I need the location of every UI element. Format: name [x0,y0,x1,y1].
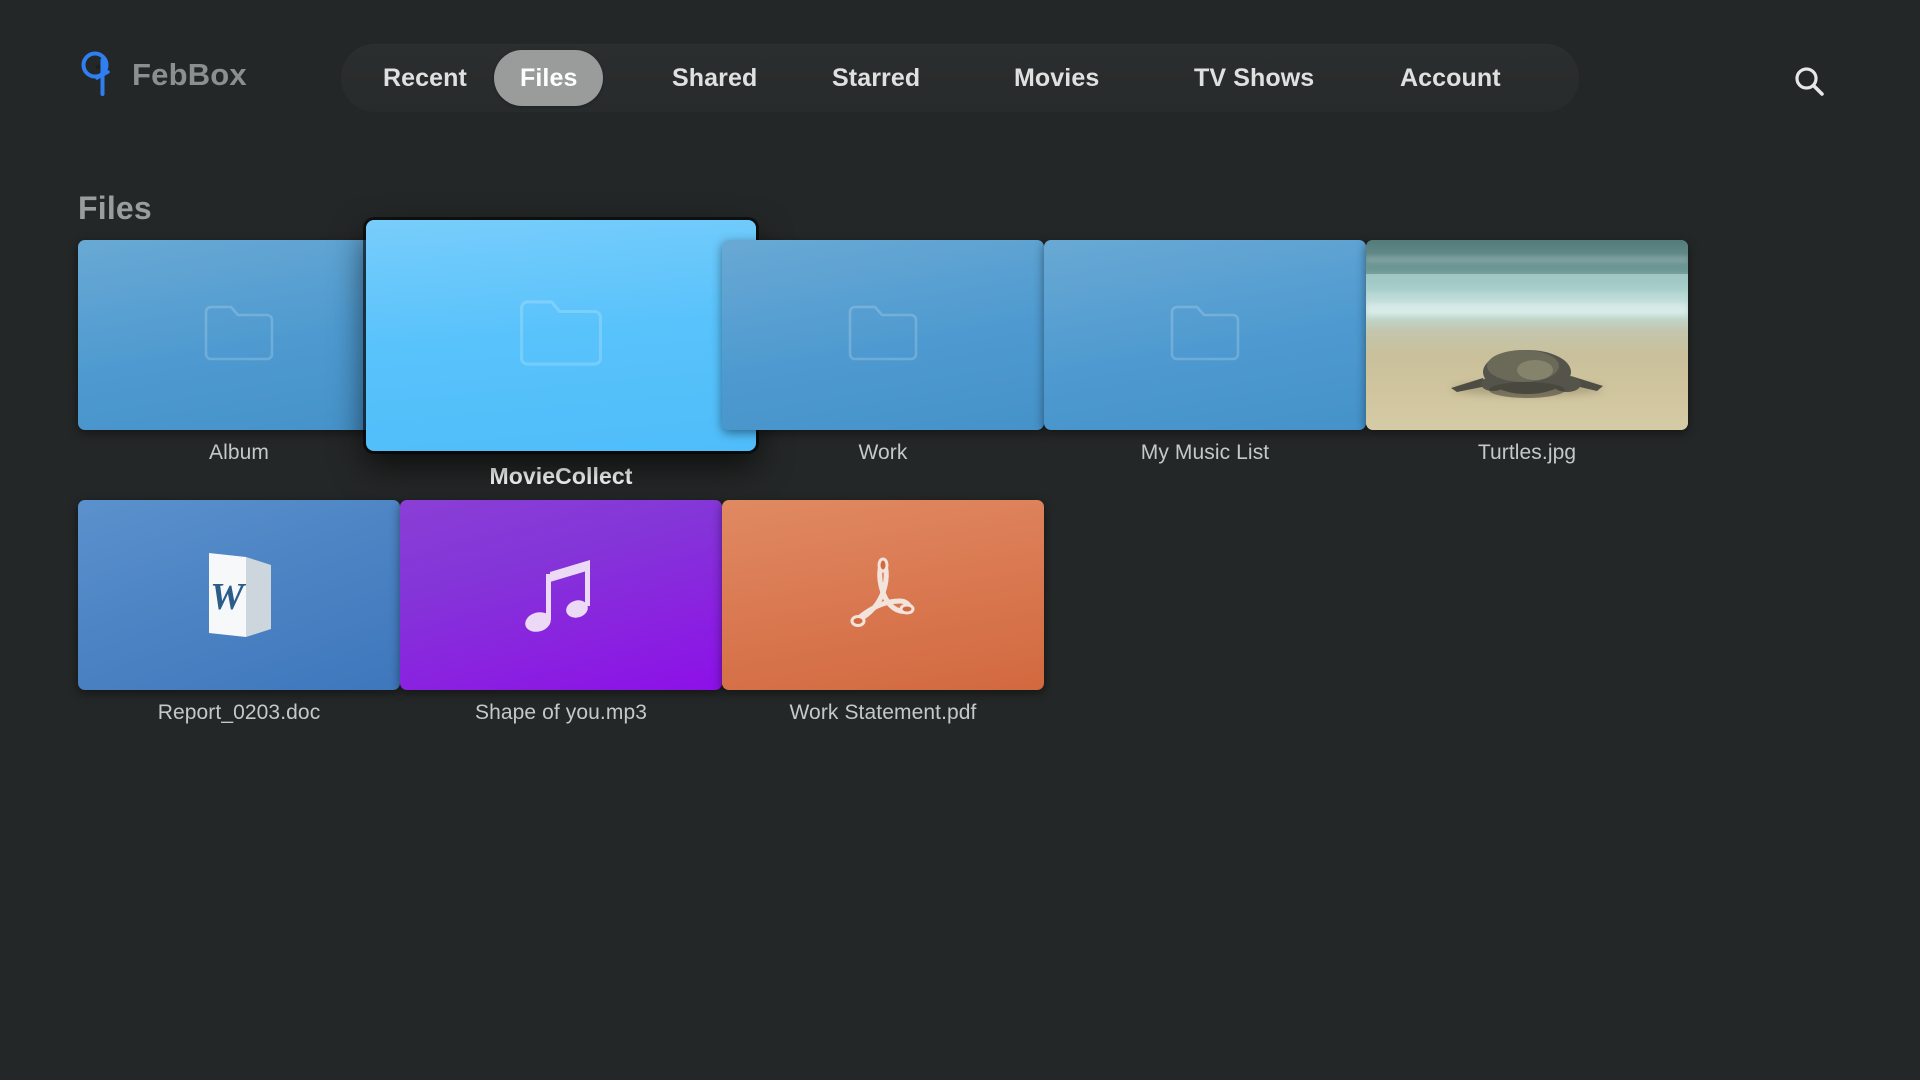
nav-tab-label: Account [1400,63,1501,92]
file-card[interactable]: Album [78,240,400,465]
brand: FebBox [78,48,247,100]
word-document-icon: W [201,549,277,641]
file-card[interactable]: MovieCollect [366,220,756,490]
file-card[interactable]: My Music List [1044,240,1366,465]
file-card[interactable]: Shape of you.mp3 [400,500,722,725]
nav-tab-label: Movies [1014,63,1100,92]
nav-tab-label: Files [520,63,578,92]
file-thumbnail[interactable] [1366,240,1688,430]
file-thumbnail[interactable] [722,500,1044,690]
file-label: Turtles.jpg [1477,441,1577,464]
febbox-logo-icon [78,48,118,100]
file-label: My Music List [1140,441,1270,464]
file-thumbnail[interactable] [366,220,756,451]
nav-tab-label: TV Shows [1194,63,1315,92]
file-label: Work Statement.pdf [789,701,977,724]
search-icon [1792,64,1826,98]
file-card[interactable]: Turtles.jpg [1366,240,1688,465]
nav-tab-recent[interactable]: Recent [357,50,493,106]
file-thumbnail[interactable] [400,500,722,690]
nav-tab-movies[interactable]: Movies [988,50,1125,106]
file-thumbnail[interactable]: W [78,500,400,690]
file-label: Report_0203.doc [157,701,321,724]
file-card[interactable]: Work [722,240,1044,465]
file-card[interactable]: W Report_0203.doc [78,500,400,725]
music-note-icon [522,552,600,638]
nav-tab-label: Shared [672,63,758,92]
file-label: MovieCollect [489,463,633,489]
svg-text:W: W [210,576,247,618]
nav-tab-shared[interactable]: Shared [646,50,783,106]
pdf-acrobat-icon [840,551,926,639]
file-label: Album [208,441,270,464]
file-label: Shape of you.mp3 [474,701,648,724]
nav-tab-tv-shows[interactable]: TV Shows [1168,50,1340,106]
page-title: Files [78,190,152,226]
nav-tab-files[interactable]: Files [494,50,604,106]
app-header: FebBox Recent Files Shared Starred Movies TV … [0,0,1920,150]
photo-thumbnail [1366,240,1688,430]
folder-icon [518,298,604,373]
brand-name: FebBox [132,56,247,92]
file-thumbnail[interactable] [722,240,1044,430]
turtle-subject [1443,344,1611,409]
nav-tab-starred[interactable]: Starred [806,50,946,106]
folder-icon [1169,304,1241,367]
nav-tab-label: Starred [832,63,921,92]
nav-tab-account[interactable]: Account [1374,50,1527,106]
file-thumbnail[interactable] [1044,240,1366,430]
file-label: Work [858,441,908,464]
file-thumbnail[interactable] [78,240,400,430]
folder-icon [847,304,919,367]
search-button[interactable] [1781,55,1837,107]
main-nav: Recent Files Shared Starred Movies TV Shows Ac… [341,44,1579,112]
nav-tab-label: Recent [383,63,467,92]
folder-icon [203,304,275,367]
file-card[interactable]: Work Statement.pdf [722,500,1044,725]
